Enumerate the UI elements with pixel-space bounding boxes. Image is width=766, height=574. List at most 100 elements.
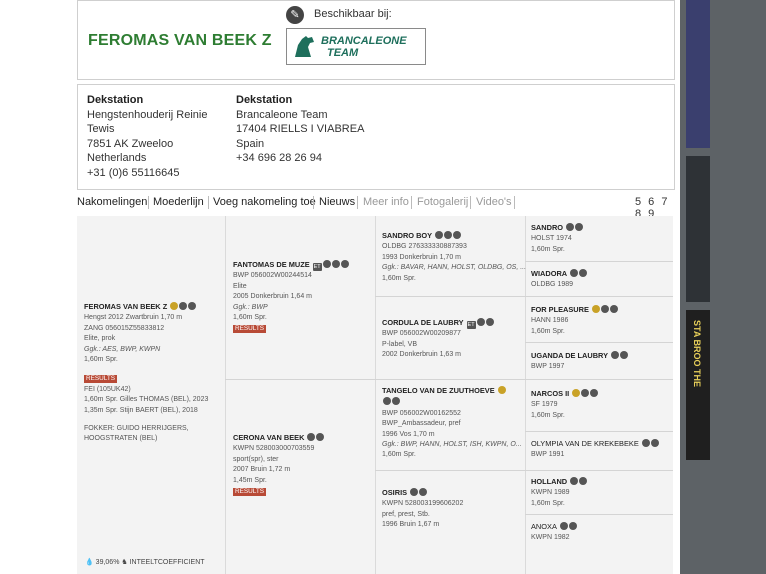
horse-name-link[interactable]: WIADORA [531, 269, 567, 278]
brancaleone-logo[interactable]: BRANCALEONE TEAM [286, 28, 426, 65]
edit-icon[interactable] [188, 302, 197, 310]
edit-icon[interactable] [579, 477, 588, 485]
horse-detail: OLDBG 1989 [531, 281, 574, 289]
horse-detail: 1,60m Spr. [531, 411, 565, 419]
studbook-icon [570, 477, 579, 485]
tab-divider [411, 196, 412, 209]
station-phone[interactable]: +31 (0)6 55116645 [87, 166, 207, 181]
gold-badge-icon [170, 302, 179, 310]
horse-name-link[interactable]: ANOXA [531, 522, 557, 531]
horse-detail: 2007 Bruin 1,72 m [233, 466, 291, 474]
row-divider [525, 342, 673, 343]
results-badge[interactable]: RESULTS [233, 488, 267, 497]
horse-name-link[interactable]: SANDRO BOY [382, 231, 432, 240]
edit-icon[interactable] [453, 231, 462, 239]
edit-icon[interactable] [340, 260, 349, 268]
tab-bar: Nakomelingen Moederlijn Voeg nakomeling … [77, 194, 677, 220]
station-phone[interactable]: +34 696 28 26 94 [236, 151, 364, 166]
edit-icon[interactable] [485, 318, 494, 326]
horse-detail: BWP 056002W00209877 [382, 330, 461, 338]
edit-icon[interactable] [609, 305, 618, 313]
horse-detail: KWPN 1982 [531, 534, 570, 542]
ad-banner-2[interactable] [686, 156, 710, 302]
tab-divider [148, 196, 149, 209]
edit-icon[interactable] [579, 269, 588, 277]
edit-icon[interactable] [590, 389, 599, 397]
tab-divider [313, 196, 314, 209]
tab-nieuws[interactable]: Nieuws [319, 196, 355, 208]
horse-detail: BWP 1997 [531, 363, 565, 371]
logo-text-line1: BRANCALEONE [321, 35, 407, 47]
studbook-icon [331, 260, 340, 268]
horse-detail: 1,60m Spr. [531, 499, 565, 507]
station-1: Dekstation Hengstenhouderij Reinie Tewis… [87, 93, 207, 181]
horse-detail: 1,35m Spr. Stijn BAERT (BEL), 2018 [84, 406, 198, 414]
edit-icon[interactable] [419, 488, 428, 496]
horse-name-link[interactable]: FEROMAS VAN BEEK Z [84, 302, 167, 311]
studbook-icon [383, 397, 391, 406]
horse-detail: 1,60m Spr. [531, 327, 565, 335]
pedigree-great-grandparent: HOLLAND KWPN 1989 1,60m Spr. [531, 477, 588, 509]
ad-banner-1[interactable] [686, 0, 710, 148]
tab-voeg-nakomeling[interactable]: Voeg nakomeling toe [213, 196, 316, 208]
tab-meer-info[interactable]: Meer info [363, 196, 409, 208]
tab-fotogalerij[interactable]: Fotogalerij [417, 196, 468, 208]
pedigree-dam-dam: OSIRIS KWPN 528003199606202 pref, prest,… [382, 488, 463, 531]
edit-icon[interactable] [392, 397, 400, 406]
horse-detail: 1996 Bruin 1,67 m [382, 521, 440, 529]
horse-detail: pref, prest, Stb. [382, 510, 430, 518]
horse-name-link[interactable]: OSIRIS [382, 488, 407, 497]
studbook-icon [322, 260, 331, 268]
horse-detail: SF 1979 [531, 401, 558, 409]
studbook-icon [581, 389, 590, 397]
horse-logo-icon [295, 36, 314, 57]
breeder-line: HOOGSTRATEN (BEL) [84, 435, 158, 443]
studbook-icon [641, 439, 650, 447]
tab-nakomelingen[interactable]: Nakomelingen [77, 196, 147, 208]
inbreeding-label: INTEELTCOEFFICIENT [129, 559, 205, 566]
horse-detail: 1993 Donkerbruin 1,70 m [382, 253, 461, 261]
horse-name-link[interactable]: SANDRO [531, 223, 563, 232]
horse-name-link[interactable]: FANTOMAS DE MUZE [233, 260, 310, 269]
horse-name-link[interactable]: FOR PLEASURE [531, 305, 589, 314]
drop-icon: 💧 [85, 559, 94, 566]
pedigree-dam: CERONA VAN BEEK KWPN 528003000703559 spo… [233, 433, 325, 497]
results-badge[interactable]: RESULTS [84, 375, 118, 384]
horse-detail: ZANG 056015Z55833812 [84, 324, 165, 332]
horse-name-link[interactable]: CERONA VAN BEEK [233, 433, 304, 442]
edit-icon[interactable] [574, 223, 583, 231]
horse-detail: FEI (105UK42) [84, 385, 131, 393]
station-2: Dekstation Brancaleone Team 17404 RIELLS… [236, 93, 364, 166]
horse-detail: 1,60m Spr. [531, 245, 565, 253]
horse-detail: HANN 1986 [531, 317, 569, 325]
results-badge[interactable]: RESULTS [233, 325, 267, 334]
horse-detail: 1,60m Spr. [382, 451, 416, 459]
horse-name-link[interactable]: NARCOS II [531, 389, 569, 398]
edit-icon[interactable] [620, 351, 629, 359]
row-divider [525, 431, 673, 432]
horse-header: FEROMAS VAN BEEK Z ✎ Beschikbaar bij: BR… [77, 0, 675, 80]
horse-detail: Ggk.: BWP, HANN, HOLST, ISH, KWPN, O... [382, 441, 522, 449]
edit-icon[interactable] [650, 439, 659, 447]
pedigree-great-grandparent: ANOXA KWPN 1982 [531, 522, 577, 544]
tab-videos[interactable]: Video's [476, 196, 512, 208]
tab-moederlijn[interactable]: Moederlijn [153, 196, 204, 208]
studbook-icon [611, 351, 620, 359]
edit-icon[interactable] [568, 522, 577, 530]
horse-detail: HOLST 1974 [531, 235, 572, 243]
gold-badge-icon [497, 386, 506, 394]
studbook-icon [476, 318, 485, 326]
horse-name-link[interactable]: OLYMPIA VAN DE KREKEBEKE [531, 439, 639, 448]
ad-banner-3[interactable]: STA BROO THE [686, 310, 710, 460]
horse-detail: sport(spr), ster [233, 455, 279, 463]
horse-name-link[interactable]: UGANDA DE LAUBRY [531, 351, 608, 360]
horse-name-link[interactable]: HOLLAND [531, 477, 567, 486]
horse-name-link[interactable]: CORDULA DE LAUBRY [382, 318, 464, 327]
station-line: Netherlands [87, 152, 147, 165]
pedigree-sire-dam: CORDULA DE LAUBRY ET BWP 056002W00209877… [382, 318, 494, 361]
horse-name-link[interactable]: TANGELO VAN DE ZUUTHOEVE [382, 386, 495, 395]
breeder-line: FOKKER: GUIDO HERRIJGERS, [84, 425, 189, 433]
edit-icon[interactable] [316, 433, 325, 441]
stud-stations: Dekstation Hengstenhouderij Reinie Tewis… [77, 84, 675, 190]
pencil-icon[interactable]: ✎ [286, 6, 304, 24]
